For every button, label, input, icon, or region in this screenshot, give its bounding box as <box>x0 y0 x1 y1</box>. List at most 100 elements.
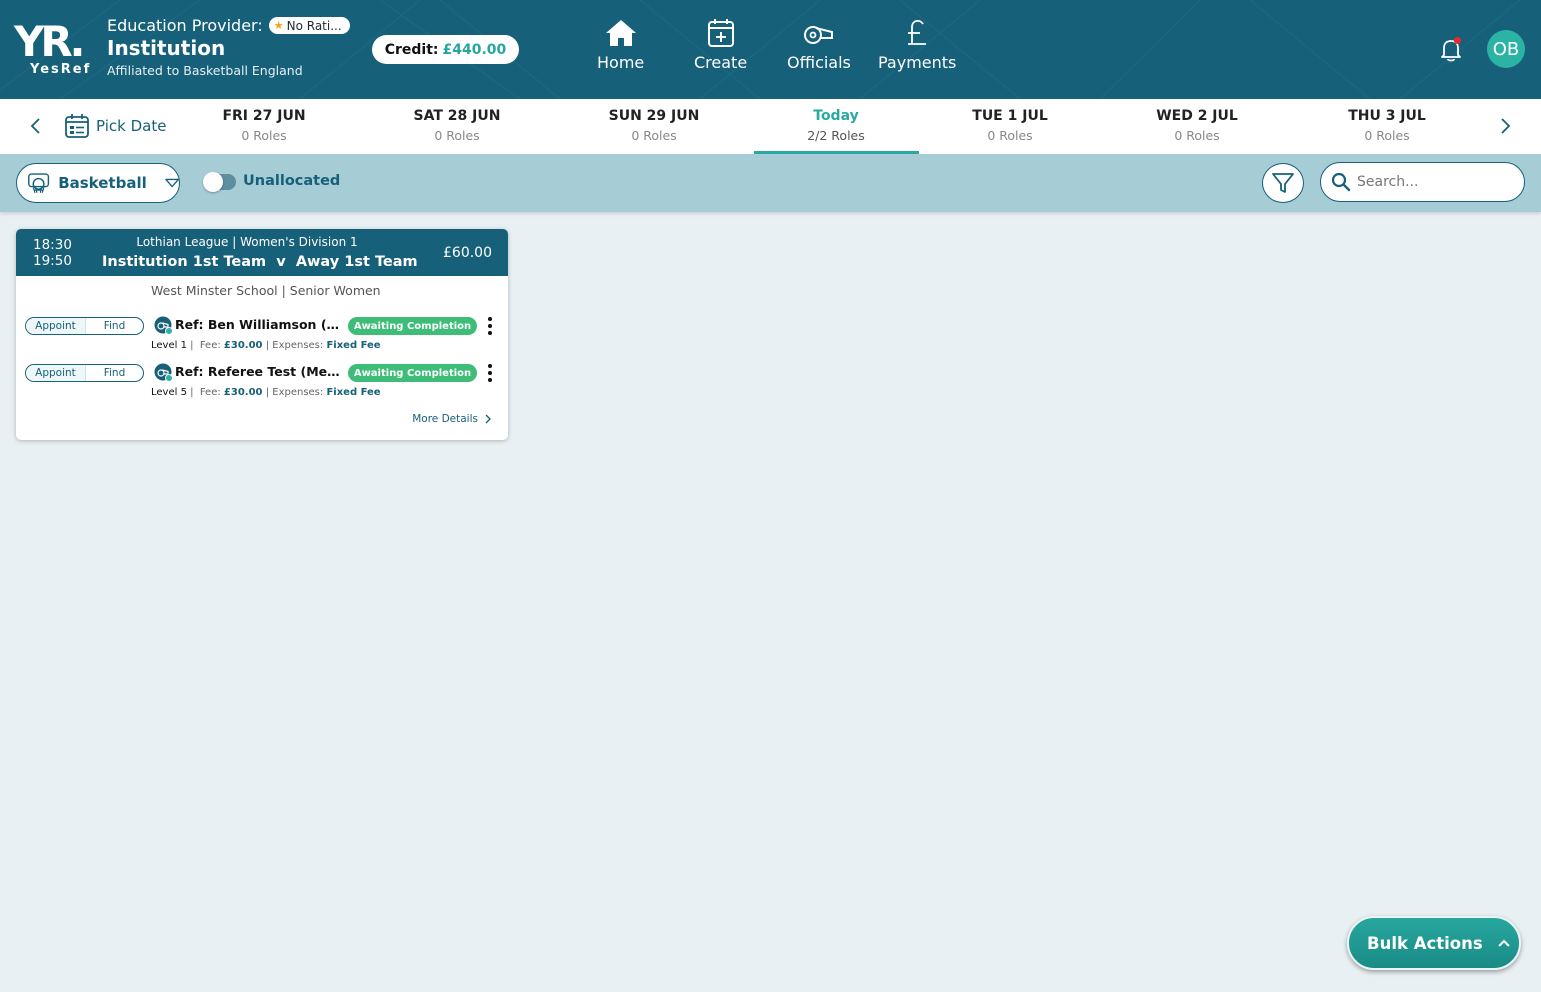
more-details-link[interactable]: More Details <box>412 413 492 425</box>
date-tab-tue[interactable]: TUE 1 JUL 0 Roles <box>960 108 1060 143</box>
date-tab-roles: 0 Roles <box>241 128 287 143</box>
nav-payments[interactable]: Payments <box>878 18 956 72</box>
pick-date-label: Pick Date <box>96 117 167 135</box>
more-vertical-icon[interactable] <box>486 363 494 383</box>
pick-date-button[interactable]: Pick Date <box>64 113 166 139</box>
calendar-icon <box>65 114 89 138</box>
date-tab-label: Today <box>813 108 859 124</box>
logo-wordmark: YesRef <box>30 62 92 77</box>
fixture-header: 18:30 19:50 Lothian League | Women's Div… <box>16 229 508 276</box>
bulk-actions-button[interactable]: Bulk Actions <box>1347 916 1521 970</box>
league-text: Lothian League | Women's Division 1 <box>16 235 498 249</box>
search-box <box>1320 162 1525 202</box>
fixture-card[interactable]: 18:30 19:50 Lothian League | Women's Div… <box>16 229 508 440</box>
date-tab-label: TUE 1 JUL <box>972 108 1048 124</box>
home-team: Institution 1st Team <box>102 254 267 270</box>
unallocated-toggle[interactable] <box>203 172 236 192</box>
date-tab-label: THU 3 JUL <box>1348 108 1426 124</box>
date-tab-fri[interactable]: FRI 27 JUN 0 Roles <box>214 108 314 143</box>
date-tab-today[interactable]: Today 2/2 Roles <box>786 108 886 143</box>
star-icon: ★ <box>273 19 284 32</box>
chevron-down-icon <box>164 178 179 188</box>
nav-create-label: Create <box>694 53 748 72</box>
away-team: Away 1st Team <box>295 254 418 270</box>
nav-home-label: Home <box>597 53 645 72</box>
league-label: Lothian League | Women's Division 1 <box>136 235 358 249</box>
teams-text: Institution 1st Team v Away 1st Team <box>102 254 418 270</box>
nav-create[interactable]: Create <box>694 18 747 72</box>
rating-badge[interactable]: ★ No Rati... <box>268 17 350 34</box>
role-row: Appoint Find Ref: Ben Williamson (Melksh… <box>16 315 508 355</box>
avatar[interactable]: OB <box>1487 30 1525 68</box>
notifications-button[interactable] <box>1437 36 1465 64</box>
appoint-button[interactable]: Appoint <box>26 318 86 334</box>
filter-button[interactable] <box>1262 163 1304 203</box>
filter-funnel-icon <box>1272 173 1294 193</box>
referee-name[interactable]: Ref: Ben Williamson (Melksham) <box>175 317 343 332</box>
date-tab-thu[interactable]: THU 3 JUL 0 Roles <box>1337 108 1437 143</box>
bulk-actions-label: Bulk Actions <box>1367 933 1483 953</box>
notification-dot <box>1454 37 1461 44</box>
chevron-right-icon[interactable] <box>1495 116 1515 136</box>
fee-amount: £30.00 <box>223 387 263 398</box>
search-icon <box>1331 172 1351 192</box>
more-details-label: More Details <box>412 413 478 425</box>
provider-label: Education Provider: <box>107 16 263 35</box>
find-button[interactable]: Find <box>86 318 143 334</box>
date-tab-sun[interactable]: SUN 29 JUN 0 Roles <box>604 108 704 143</box>
credit-amount: £440.00 <box>442 41 507 58</box>
versus: v <box>276 254 286 270</box>
sport-select[interactable]: Basketball <box>16 163 180 203</box>
appoint-button[interactable]: Appoint <box>26 365 86 381</box>
nav-officials[interactable]: Officials <box>787 18 851 72</box>
nav-home[interactable]: Home <box>597 18 644 72</box>
find-button[interactable]: Find <box>86 365 143 381</box>
expenses-label: Expenses: <box>272 340 324 351</box>
nav-officials-label: Officials <box>787 53 851 72</box>
unallocated-label: Unallocated <box>243 173 341 189</box>
role-level: Level 1 <box>151 340 187 351</box>
status-badge: Awaiting Completion <box>348 317 477 335</box>
home-icon <box>605 20 636 46</box>
fee-label: Fee: <box>199 340 221 351</box>
affiliation-text: Affiliated to Basketball England <box>107 63 303 78</box>
date-tab-sat[interactable]: SAT 28 JUN 0 Roles <box>407 108 507 143</box>
chevron-left-icon[interactable] <box>26 116 46 136</box>
status-badge: Awaiting Completion <box>348 364 477 382</box>
credit-badge[interactable]: Credit: £440.00 <box>372 35 519 64</box>
top-header: YR. YesRef Education Provider: ★ No Rati… <box>0 0 1541 99</box>
yesref-logo[interactable]: YR. YesRef <box>14 20 94 80</box>
date-tab-label: FRI 27 JUN <box>222 108 306 124</box>
referee-whistle-icon <box>154 316 173 335</box>
rating-text: No Rati... <box>286 18 342 33</box>
chevron-up-icon <box>1497 939 1510 947</box>
venue-text: West Minster School | Senior Women <box>151 283 381 298</box>
date-tab-label: SAT 28 JUN <box>413 108 501 124</box>
date-tab-roles: 0 Roles <box>1174 128 1220 143</box>
expenses-label: Expenses: <box>272 387 324 398</box>
role-meta: Level 5 | Fee: £30.00 | Expenses: Fixed … <box>151 387 381 398</box>
date-tab-wed[interactable]: WED 2 JUL 0 Roles <box>1147 108 1247 143</box>
whistle-icon <box>803 26 833 44</box>
search-input[interactable] <box>1357 174 1507 190</box>
expenses-value: Fixed Fee <box>326 340 381 351</box>
chevron-right-icon <box>485 414 491 424</box>
referee-name[interactable]: Ref: Referee Test (Melksham) <box>175 364 343 379</box>
institution-name: Institution <box>107 36 226 60</box>
credit-label: Credit: <box>384 41 439 58</box>
end-time: 19:50 <box>33 253 72 269</box>
sport-select-label: Basketball <box>58 174 147 192</box>
basketball-hoop-icon <box>28 173 50 193</box>
filter-bar: Basketball Unallocated <box>0 154 1541 212</box>
more-vertical-icon[interactable] <box>486 316 494 336</box>
role-row: Appoint Find Ref: Referee Test (Melksham… <box>16 362 508 402</box>
appoint-find-toggle: Appoint Find <box>25 364 144 382</box>
toggle-knob <box>203 172 223 192</box>
date-tab-roles: 0 Roles <box>631 128 677 143</box>
fee-amount: £30.00 <box>223 340 263 351</box>
pound-icon <box>908 20 927 45</box>
appoint-find-toggle: Appoint Find <box>25 317 144 335</box>
date-tab-roles: 0 Roles <box>434 128 480 143</box>
nav-payments-label: Payments <box>878 53 957 72</box>
date-tab-roles: 0 Roles <box>1364 128 1410 143</box>
